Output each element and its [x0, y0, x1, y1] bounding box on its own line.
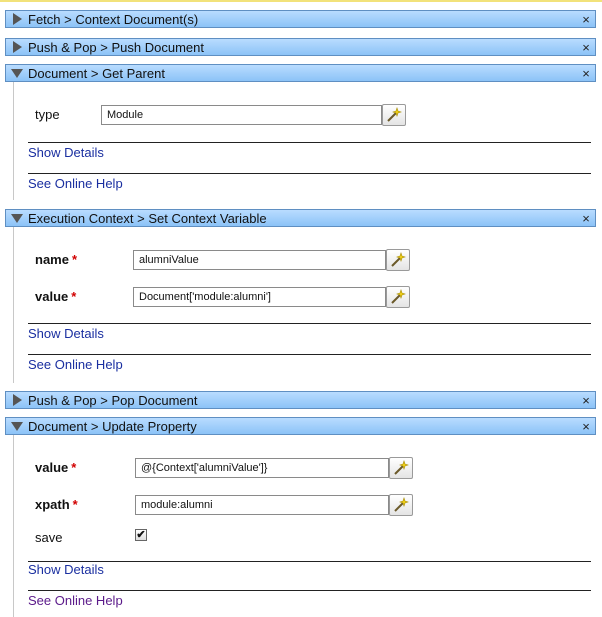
- close-icon[interactable]: ×: [577, 40, 595, 55]
- value-field[interactable]: Document['module:alumni']: [133, 287, 386, 307]
- see-online-help-link[interactable]: See Online Help: [28, 593, 123, 608]
- collapse-triangle-icon[interactable]: [6, 213, 28, 223]
- divider: [28, 173, 591, 174]
- collapse-triangle-icon[interactable]: [6, 421, 28, 431]
- panel-title: Push & Pop > Pop Document: [28, 392, 198, 408]
- value-field[interactable]: @{Context['alumniValue']}: [135, 458, 389, 478]
- type-label: type: [35, 107, 60, 122]
- collapse-triangle-icon[interactable]: [6, 68, 28, 78]
- show-details-link[interactable]: Show Details: [28, 326, 104, 341]
- save-label: save: [35, 530, 63, 545]
- divider: [28, 354, 591, 355]
- show-details-link[interactable]: Show Details: [28, 145, 104, 160]
- expand-triangle-icon[interactable]: [6, 41, 28, 53]
- magic-wand-icon: [394, 460, 409, 475]
- magic-wand-icon: [394, 497, 409, 512]
- top-edge-line: [0, 0, 602, 2]
- required-marker: *: [72, 497, 78, 512]
- value-label: value *: [35, 460, 77, 475]
- close-icon[interactable]: ×: [577, 393, 595, 408]
- wand-picker-button[interactable]: [382, 104, 406, 126]
- divider: [28, 323, 591, 324]
- panel-body-update-property: value * @{Context['alumniValue']} xpath * …: [13, 435, 591, 617]
- panel-body-get-parent: type Module Show Details See Online Help: [13, 82, 591, 200]
- panel-title: Fetch > Context Document(s): [28, 11, 199, 27]
- expand-triangle-icon[interactable]: [6, 13, 28, 25]
- panel-header-get-parent[interactable]: Document > Get Parent ×: [5, 64, 596, 82]
- expand-triangle-icon[interactable]: [6, 394, 28, 406]
- divider: [28, 142, 591, 143]
- panel-body-set-context-variable: name * alumniValue value * Document['modul…: [13, 227, 591, 383]
- close-icon[interactable]: ×: [577, 211, 595, 226]
- panel-header-pop-document[interactable]: Push & Pop > Pop Document ×: [5, 391, 596, 409]
- type-field[interactable]: Module: [101, 105, 382, 125]
- divider: [28, 561, 591, 562]
- magic-wand-icon: [391, 289, 406, 304]
- wand-picker-button[interactable]: [386, 286, 410, 308]
- panel-header-set-context-variable[interactable]: Execution Context > Set Context Variable…: [5, 209, 596, 227]
- xpath-field[interactable]: module:alumni: [135, 495, 389, 515]
- see-online-help-link[interactable]: See Online Help: [28, 176, 123, 191]
- xpath-label: xpath *: [35, 497, 78, 512]
- panel-header-fetch-context-documents[interactable]: Fetch > Context Document(s) ×: [5, 10, 596, 28]
- wand-picker-button[interactable]: [389, 457, 413, 479]
- panel-title: Document > Get Parent: [28, 65, 165, 81]
- name-field[interactable]: alumniValue: [133, 250, 386, 270]
- required-marker: *: [71, 289, 77, 304]
- value-label: value *: [35, 289, 77, 304]
- save-checkbox[interactable]: ✔: [135, 529, 147, 541]
- magic-wand-icon: [391, 252, 406, 267]
- panel-header-push-document[interactable]: Push & Pop > Push Document ×: [5, 38, 596, 56]
- panel-title: Document > Update Property: [28, 418, 197, 434]
- name-label: name *: [35, 252, 78, 267]
- magic-wand-icon: [387, 107, 402, 122]
- wand-picker-button[interactable]: [386, 249, 410, 271]
- required-marker: *: [71, 460, 77, 475]
- close-icon[interactable]: ×: [577, 12, 595, 27]
- panel-title: Execution Context > Set Context Variable: [28, 210, 267, 226]
- panel-header-update-property[interactable]: Document > Update Property ×: [5, 417, 596, 435]
- required-marker: *: [71, 252, 78, 267]
- see-online-help-link[interactable]: See Online Help: [28, 357, 123, 372]
- close-icon[interactable]: ×: [577, 419, 595, 434]
- divider: [28, 590, 591, 591]
- panel-title: Push & Pop > Push Document: [28, 39, 204, 55]
- show-details-link[interactable]: Show Details: [28, 562, 104, 577]
- wand-picker-button[interactable]: [389, 494, 413, 516]
- close-icon[interactable]: ×: [577, 66, 595, 81]
